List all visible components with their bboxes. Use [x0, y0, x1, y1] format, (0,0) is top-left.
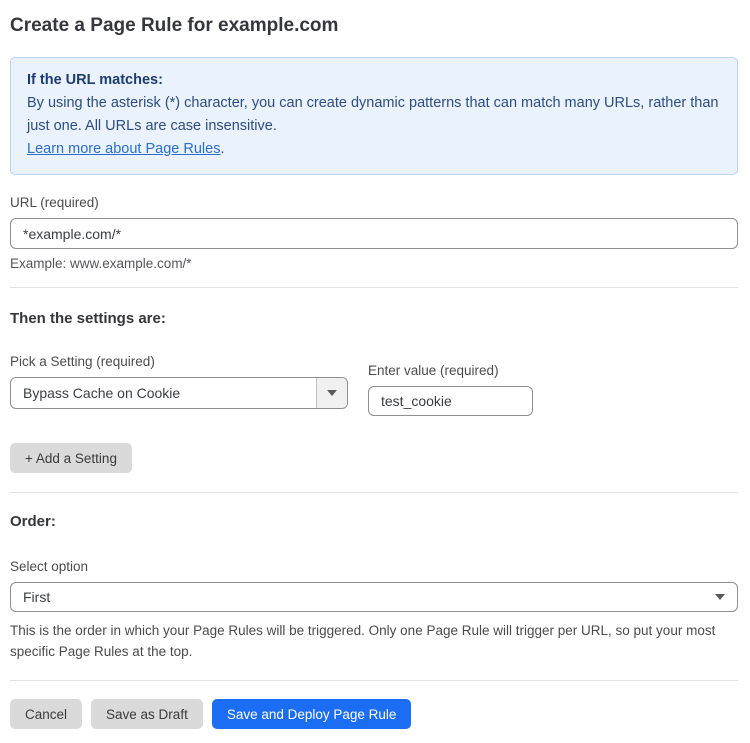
order-heading: Order: [10, 513, 738, 530]
order-select-value: First [11, 583, 737, 611]
url-input[interactable] [10, 218, 738, 249]
chevron-down-icon [327, 390, 337, 396]
setting-select-value: Bypass Cache on Cookie [11, 378, 316, 408]
divider [10, 492, 738, 493]
link-period: . [220, 141, 224, 157]
settings-heading: Then the settings are: [10, 310, 738, 327]
url-matches-callout: If the URL matches: By using the asteris… [10, 57, 738, 175]
divider [10, 680, 738, 681]
callout-body-text: By using the asterisk (*) character, you… [27, 92, 721, 138]
add-setting-button[interactable]: + Add a Setting [10, 443, 132, 473]
callout-heading: If the URL matches: [27, 69, 721, 92]
setting-value-input[interactable] [368, 386, 533, 416]
url-helper-text: Example: www.example.com/* [10, 256, 738, 271]
setting-select-column: Pick a Setting (required) Bypass Cache o… [10, 354, 348, 416]
learn-more-link[interactable]: Learn more about Page Rules [27, 141, 220, 157]
url-label: URL (required) [10, 195, 738, 210]
setting-select-arrow-button[interactable] [316, 378, 347, 408]
divider [10, 287, 738, 288]
form-actions: Cancel Save as Draft Save and Deploy Pag… [10, 699, 738, 729]
save-deploy-button[interactable]: Save and Deploy Page Rule [212, 699, 412, 729]
create-page-rule-form: Create a Page Rule for example.com If th… [0, 0, 750, 743]
chevron-down-icon [715, 594, 725, 600]
order-select-label: Select option [10, 559, 738, 574]
order-help-text: This is the order in which your Page Rul… [10, 620, 736, 662]
order-select[interactable]: First [10, 582, 738, 612]
setting-select-label: Pick a Setting (required) [10, 354, 348, 369]
setting-value-label: Enter value (required) [368, 363, 533, 378]
page-title: Create a Page Rule for example.com [10, 15, 738, 37]
setting-select[interactable]: Bypass Cache on Cookie [10, 377, 348, 409]
save-draft-button[interactable]: Save as Draft [91, 699, 203, 729]
callout-link-line: Learn more about Page Rules. [27, 138, 721, 161]
setting-value-column: Enter value (required) [368, 363, 533, 416]
cancel-button[interactable]: Cancel [10, 699, 82, 729]
setting-row: Pick a Setting (required) Bypass Cache o… [10, 354, 738, 416]
